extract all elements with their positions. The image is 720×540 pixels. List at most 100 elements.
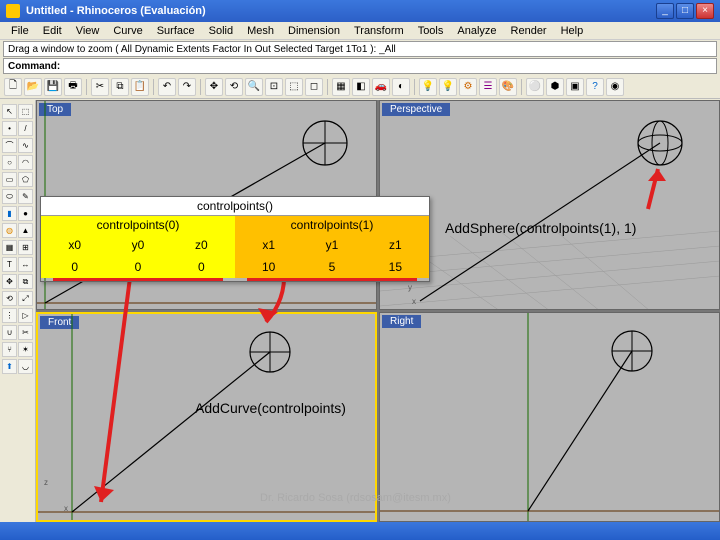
zoom-window-icon[interactable]: ⬚ (285, 78, 303, 96)
layer-color-icon[interactable]: 🎨 (499, 78, 517, 96)
cage-icon[interactable]: ⊞ (18, 240, 33, 255)
polygon-icon[interactable]: ⬠ (18, 172, 33, 187)
layers-icon[interactable]: ☰ (479, 78, 497, 96)
split-icon[interactable]: ⑂ (2, 342, 17, 357)
annotation-addsphere: AddSphere(controlpoints(1), 1) (445, 220, 636, 236)
ghost-icon[interactable]: ◐ (392, 78, 410, 96)
pointer-icon[interactable]: ↖ (2, 104, 17, 119)
taskbar (0, 522, 720, 540)
notes-icon[interactable]: ⬢ (546, 78, 564, 96)
table-header: controlpoints() (41, 197, 429, 216)
cylinder-icon[interactable]: ◍ (2, 223, 17, 238)
explode-icon[interactable]: ✶ (18, 342, 33, 357)
menu-bar: File Edit View Curve Surface Solid Mesh … (0, 22, 720, 40)
mesh-icon[interactable]: ▦ (2, 240, 17, 255)
val-z1: 15 (364, 258, 427, 276)
box-icon[interactable]: ▮ (2, 206, 17, 221)
viewport-top-label: Top (39, 103, 71, 116)
polyline-icon[interactable]: ⌒ (2, 138, 17, 153)
close-button[interactable]: × (696, 3, 714, 19)
new-icon[interactable]: 🗋 (4, 78, 22, 96)
maximize-button[interactable]: □ (676, 3, 694, 19)
menu-tools[interactable]: Tools (411, 25, 451, 37)
menu-dimension[interactable]: Dimension (281, 25, 347, 37)
sphere-icon[interactable]: ● (18, 206, 33, 221)
menu-transform[interactable]: Transform (347, 25, 411, 37)
help-icon[interactable]: ? (586, 78, 604, 96)
copy-obj-icon[interactable]: ⧉ (18, 274, 33, 289)
separator (86, 79, 87, 95)
curve-icon[interactable]: ∿ (18, 138, 33, 153)
ellipse-icon[interactable]: ⬭ (2, 189, 17, 204)
menu-curve[interactable]: Curve (106, 25, 149, 37)
scale-icon[interactable]: ⤢ (18, 291, 33, 306)
mirror-icon[interactable]: ▷ (18, 308, 33, 323)
command-history: Drag a window to zoom ( All Dynamic Exte… (3, 41, 717, 57)
show-icon[interactable]: 💡 (419, 78, 437, 96)
menu-edit[interactable]: Edit (36, 25, 69, 37)
rotate-icon[interactable]: ⟲ (225, 78, 243, 96)
menu-file[interactable]: File (4, 25, 36, 37)
menu-solid[interactable]: Solid (202, 25, 240, 37)
controlpoints-table: controlpoints() controlpoints(0) control… (40, 196, 430, 282)
point-icon[interactable]: • (2, 121, 17, 136)
copy-icon[interactable]: ⧉ (111, 78, 129, 96)
grid-icon[interactable]: ▣ (566, 78, 584, 96)
val-x0: 0 (43, 258, 106, 276)
minimize-button[interactable]: _ (656, 3, 674, 19)
trim-icon[interactable]: ✂ (18, 325, 33, 340)
cp1-label: controlpoints(1) (235, 216, 429, 234)
command-line: Command: (3, 58, 717, 74)
lasso-icon[interactable]: ⬚ (18, 104, 33, 119)
menu-surface[interactable]: Surface (150, 25, 202, 37)
menu-view[interactable]: View (69, 25, 107, 37)
rect-icon[interactable]: ▭ (2, 172, 17, 187)
command-input[interactable] (64, 61, 716, 72)
move-icon[interactable]: ✥ (2, 274, 17, 289)
options-icon[interactable]: ⚪ (526, 78, 544, 96)
menu-mesh[interactable]: Mesh (240, 25, 281, 37)
viewport-right[interactable]: Right (379, 312, 720, 522)
line-icon[interactable]: / (18, 121, 33, 136)
misc-icon[interactable]: ◉ (606, 78, 624, 96)
wireframe-icon[interactable]: ▦ (332, 78, 350, 96)
paste-icon[interactable]: 📋 (131, 78, 149, 96)
text-icon[interactable]: T (2, 257, 17, 272)
save-icon[interactable]: 💾 (44, 78, 62, 96)
viewport-perspective[interactable]: Perspective z y x (379, 100, 720, 310)
col-z0: z0 (170, 236, 233, 254)
val-y0: 0 (106, 258, 169, 276)
pan-icon[interactable]: ✥ (205, 78, 223, 96)
menu-render[interactable]: Render (504, 25, 554, 37)
window-titlebar: Untitled - Rhinoceros (Evaluación) _ □ × (0, 0, 720, 22)
circle-icon[interactable]: ○ (2, 155, 17, 170)
undo-icon[interactable]: ↶ (158, 78, 176, 96)
menu-analyze[interactable]: Analyze (450, 25, 503, 37)
properties-icon[interactable]: ⚙ (459, 78, 477, 96)
separator (153, 79, 154, 95)
dim-icon[interactable]: ↔ (18, 257, 33, 272)
shaded-icon[interactable]: ◧ (352, 78, 370, 96)
hide-icon[interactable]: 💡 (439, 78, 457, 96)
render-icon[interactable]: 🚗 (372, 78, 390, 96)
zoom-selected-icon[interactable]: ◻ (305, 78, 323, 96)
window-controls: _ □ × (656, 3, 714, 19)
extrude-icon[interactable]: ⬆ (2, 359, 17, 374)
cone-icon[interactable]: ▲ (18, 223, 33, 238)
rotate2-icon[interactable]: ⟲ (2, 291, 17, 306)
menu-help[interactable]: Help (554, 25, 591, 37)
app-icon (6, 4, 20, 18)
print-icon[interactable]: 🖶 (64, 78, 82, 96)
cut-icon[interactable]: ✂ (91, 78, 109, 96)
redo-icon[interactable]: ↷ (178, 78, 196, 96)
open-icon[interactable]: 📂 (24, 78, 42, 96)
arc-icon[interactable]: ◠ (18, 155, 33, 170)
freeform-icon[interactable]: ✎ (18, 189, 33, 204)
zoom-extents-icon[interactable]: ⊡ (265, 78, 283, 96)
join-icon[interactable]: ∪ (2, 325, 17, 340)
fillet-icon[interactable]: ◡ (18, 359, 33, 374)
viewport-front[interactable]: Front z x (36, 312, 377, 522)
separator (200, 79, 201, 95)
zoom-icon[interactable]: 🔍 (245, 78, 263, 96)
array-icon[interactable]: ⋮ (2, 308, 17, 323)
